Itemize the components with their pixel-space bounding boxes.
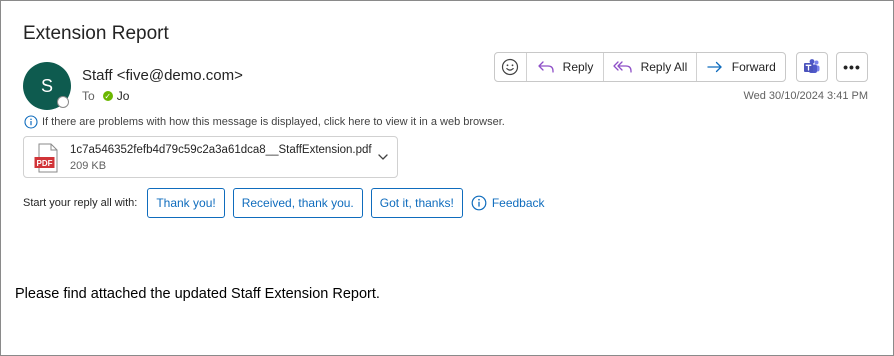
forward-icon	[707, 61, 722, 73]
teams-chat-button[interactable]	[796, 52, 828, 82]
feedback-label: Feedback	[491, 196, 545, 210]
sender-name[interactable]: Staff <five@demo.com>	[82, 67, 243, 84]
reply-label: Reply	[562, 60, 594, 74]
forward-label: Forward	[731, 60, 776, 74]
attachment-name: 1c7a546352fefb4d79c59c2a3a61dca8__StaffE…	[70, 144, 372, 156]
message-date: Wed 30/10/2024 3:41 PM	[743, 90, 868, 102]
feedback-link[interactable]: Feedback	[471, 195, 545, 211]
info-icon	[24, 115, 38, 129]
suggested-replies-label: Start your reply all with:	[23, 197, 138, 209]
recipients-row: To ✓ Jo	[82, 89, 129, 103]
available-status-icon: ✓	[102, 91, 113, 101]
avatar-initial: S	[40, 75, 53, 96]
message-actions-toolbar: Reply Reply All Forward	[494, 52, 786, 82]
message-subject: Extension Report	[23, 23, 169, 44]
suggested-replies: Start your reply all with: Thank you! Re…	[23, 187, 545, 219]
presence-status-icon	[57, 96, 69, 108]
teams-icon	[804, 59, 820, 73]
suggested-reply-thank-you[interactable]: Thank you!	[147, 188, 225, 218]
more-icon: •••	[843, 59, 861, 75]
to-label: To	[82, 89, 95, 103]
emoji-icon	[502, 58, 519, 76]
attachment-card[interactable]: PDF 1c7a546352fefb4d79c59c2a3a61dca8__St…	[23, 136, 398, 178]
react-emoji-button[interactable]	[495, 53, 527, 81]
recipient-name[interactable]: Jo	[117, 89, 130, 103]
reply-all-icon	[612, 61, 632, 73]
more-actions-button[interactable]: •••	[836, 52, 868, 82]
message-body: Please find attached the updated Staff E…	[15, 286, 380, 302]
forward-button[interactable]: Forward	[697, 53, 785, 81]
reply-button[interactable]: Reply	[527, 53, 605, 81]
info-icon	[471, 195, 487, 211]
notice-text: If there are problems with how this mess…	[42, 116, 505, 128]
reply-icon	[538, 61, 554, 73]
pdf-icon: PDF	[34, 143, 58, 173]
suggested-reply-received[interactable]: Received, thank you.	[232, 188, 363, 218]
reply-all-button[interactable]: Reply All	[604, 53, 697, 81]
reply-all-label: Reply All	[640, 60, 688, 74]
attachment-size: 209 KB	[70, 160, 107, 172]
pdf-icon-label: PDF	[37, 159, 53, 168]
display-problem-notice[interactable]: If there are problems with how this mess…	[24, 115, 505, 129]
chevron-down-icon[interactable]	[377, 151, 389, 163]
suggested-reply-got-it[interactable]: Got it, thanks!	[370, 188, 463, 218]
